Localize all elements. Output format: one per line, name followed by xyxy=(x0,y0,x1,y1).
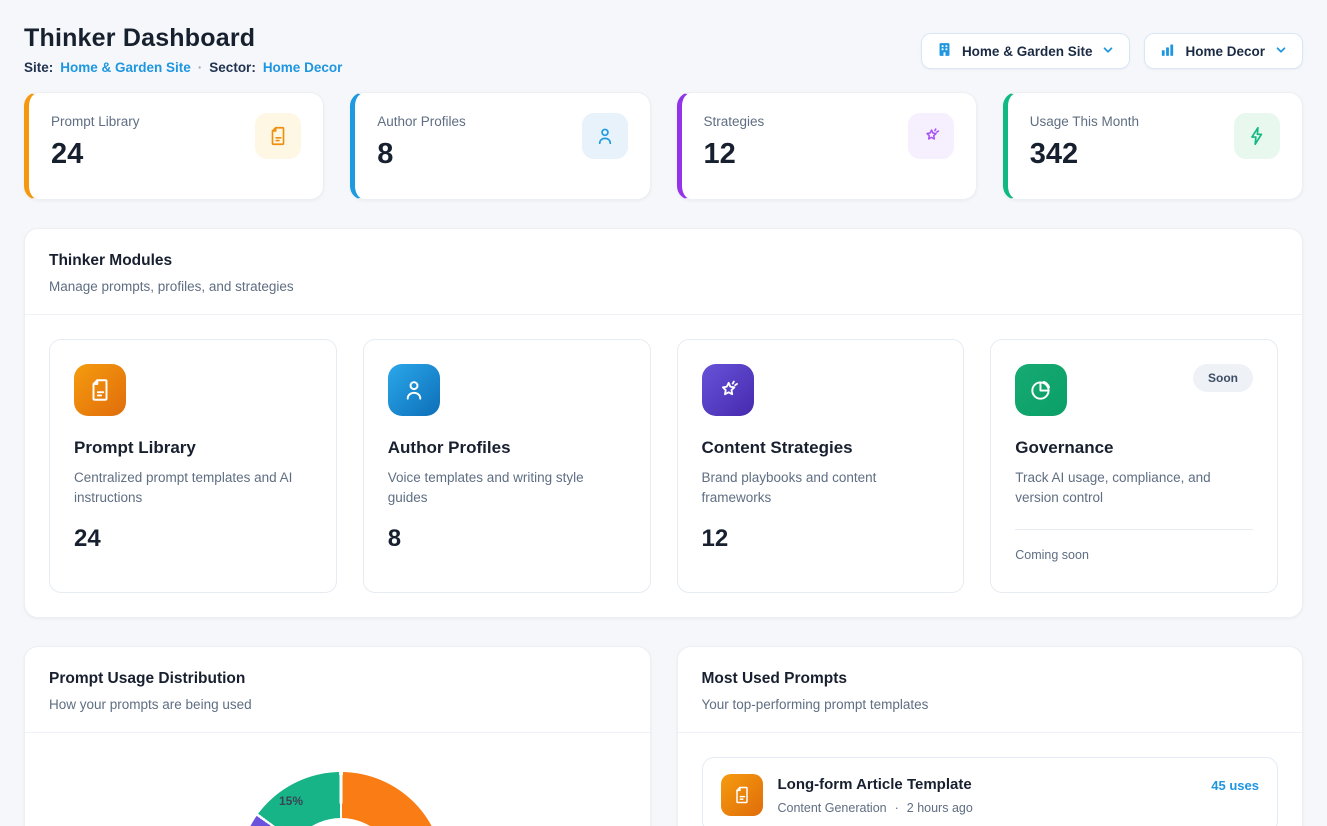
prompt-item-body: Long-form Article Template Content Gener… xyxy=(778,774,1197,815)
stats-row: Prompt Library 24 Author Profiles 8 Stra… xyxy=(24,92,1303,200)
module-title: Author Profiles xyxy=(388,438,626,458)
sector-selector-dropdown[interactable]: Home Decor xyxy=(1144,33,1303,69)
module-card-prompt-library[interactable]: Prompt Library Centralized prompt templa… xyxy=(49,339,337,593)
prompt-item-uses-badge: 45 uses xyxy=(1211,778,1259,793)
sparkle-star-icon xyxy=(908,113,954,159)
modules-grid: Prompt Library Centralized prompt templa… xyxy=(25,315,1302,617)
lightning-icon xyxy=(1234,113,1280,159)
user-icon xyxy=(582,113,628,159)
donut-segment-label: 15% xyxy=(279,794,303,808)
stat-card-usage: Usage This Month 342 xyxy=(1003,92,1303,200)
module-description: Centralized prompt templates and AI inst… xyxy=(74,468,312,509)
chevron-down-icon xyxy=(1101,43,1115,60)
document-icon xyxy=(721,774,763,816)
module-card-governance[interactable]: Soon Governance Track AI usage, complian… xyxy=(990,339,1278,593)
sector-label: Sector: xyxy=(209,60,256,75)
header-left: Thinker Dashboard Site: Home & Garden Si… xyxy=(24,24,342,75)
sector-selector-label: Home Decor xyxy=(1185,44,1265,59)
modules-header: Thinker Modules Manage prompts, profiles… xyxy=(25,229,1302,315)
donut-chart xyxy=(238,772,444,826)
prompt-usage-distribution-card: Prompt Usage Distribution How your promp… xyxy=(24,646,651,826)
module-title: Prompt Library xyxy=(74,438,312,458)
module-title: Content Strategies xyxy=(702,438,940,458)
header-actions: Home & Garden Site Home Decor xyxy=(921,33,1303,69)
coming-soon-text: Coming soon xyxy=(1015,548,1253,562)
site-selector-label: Home & Garden Site xyxy=(962,44,1093,59)
prompts-card-subtitle: Your top-performing prompt templates xyxy=(702,697,1279,712)
divider xyxy=(1015,529,1253,530)
donut-chart-area: 15% xyxy=(25,733,650,826)
sector-link[interactable]: Home Decor xyxy=(263,60,343,75)
prompt-item-meta: Content Generation · 2 hours ago xyxy=(778,801,1197,815)
site-selector-dropdown[interactable]: Home & Garden Site xyxy=(921,33,1131,69)
usage-card-header: Prompt Usage Distribution How your promp… xyxy=(25,647,650,733)
module-card-content-strategies[interactable]: Content Strategies Brand playbooks and c… xyxy=(677,339,965,593)
module-card-author-profiles[interactable]: Author Profiles Voice templates and writ… xyxy=(363,339,651,593)
prompt-item-category: Content Generation xyxy=(778,801,887,815)
document-icon xyxy=(74,364,126,416)
most-used-prompts-card: Most Used Prompts Your top-performing pr… xyxy=(677,646,1304,826)
header: Thinker Dashboard Site: Home & Garden Si… xyxy=(24,24,1303,75)
module-description: Brand playbooks and content frameworks xyxy=(702,468,940,509)
separator-dot: · xyxy=(895,801,899,815)
page-title: Thinker Dashboard xyxy=(24,24,342,53)
usage-card-subtitle: How your prompts are being used xyxy=(49,697,626,712)
stat-card-prompt-library: Prompt Library 24 xyxy=(24,92,324,200)
module-count: 12 xyxy=(702,525,940,553)
bar-chart-icon xyxy=(1159,41,1176,61)
module-title: Governance xyxy=(1015,438,1253,458)
sparkle-star-icon xyxy=(702,364,754,416)
stat-card-strategies: Strategies 12 xyxy=(677,92,977,200)
bottom-row: Prompt Usage Distribution How your promp… xyxy=(24,646,1303,826)
separator-dot: · xyxy=(198,60,203,75)
prompt-item-time: 2 hours ago xyxy=(907,801,973,815)
user-icon xyxy=(388,364,440,416)
prompt-item-title: Long-form Article Template xyxy=(778,776,1197,793)
prompts-card-header: Most Used Prompts Your top-performing pr… xyxy=(678,647,1303,733)
pie-chart-icon xyxy=(1015,364,1067,416)
prompt-list: Long-form Article Template Content Gener… xyxy=(678,733,1303,826)
dashboard-page: Thinker Dashboard Site: Home & Garden Si… xyxy=(0,0,1327,826)
modules-subtitle: Manage prompts, profiles, and strategies xyxy=(49,279,1278,294)
chevron-down-icon xyxy=(1274,43,1288,60)
thinker-modules-panel: Thinker Modules Manage prompts, profiles… xyxy=(24,228,1303,618)
soon-badge: Soon xyxy=(1193,364,1253,392)
prompt-list-item[interactable]: Long-form Article Template Content Gener… xyxy=(702,757,1279,826)
prompts-card-title: Most Used Prompts xyxy=(702,670,1279,688)
site-label: Site: xyxy=(24,60,53,75)
usage-card-title: Prompt Usage Distribution xyxy=(49,670,626,688)
module-description: Voice templates and writing style guides xyxy=(388,468,626,509)
stat-card-author-profiles: Author Profiles 8 xyxy=(350,92,650,200)
building-icon xyxy=(936,41,953,61)
breadcrumb: Site: Home & Garden Site · Sector: Home … xyxy=(24,60,342,75)
site-link[interactable]: Home & Garden Site xyxy=(60,60,191,75)
module-count: 8 xyxy=(388,525,626,553)
document-icon xyxy=(255,113,301,159)
modules-title: Thinker Modules xyxy=(49,252,1278,270)
module-count: 24 xyxy=(74,525,312,553)
module-description: Track AI usage, compliance, and version … xyxy=(1015,468,1253,509)
